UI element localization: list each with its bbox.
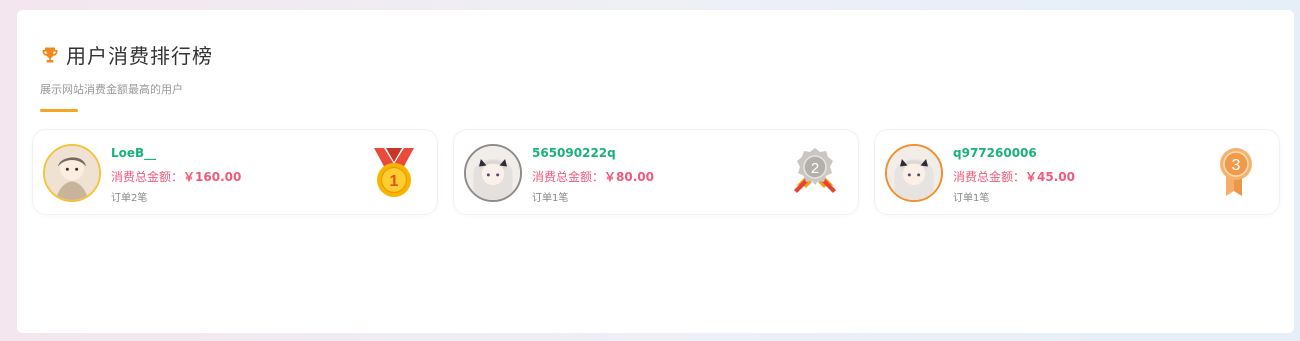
ranking-list: LoeB__ 消费总金额：￥160.00 订单2笔 1 565090222q 消…	[32, 129, 1280, 215]
amount-label: 消费总金额：	[532, 170, 605, 184]
medal-rank-label: 2	[811, 160, 819, 177]
user-avatar-image	[887, 146, 941, 200]
silver-medal-icon: 2	[794, 148, 836, 193]
page-title: 用户消费排行榜	[66, 44, 213, 68]
total-amount: 消费总金额：￥160.00	[111, 168, 241, 185]
title-underline	[40, 109, 78, 112]
order-count: 订单1笔	[532, 193, 569, 204]
rank-card-3[interactable]: q977260006 消费总金额：￥45.00 订单1笔 3	[874, 129, 1280, 215]
user-name[interactable]: LoeB__	[111, 146, 241, 160]
medal-rank-label: 3	[1232, 157, 1241, 174]
amount-value: ￥45.00	[1025, 170, 1075, 184]
rank-card-1[interactable]: LoeB__ 消费总金额：￥160.00 订单2笔 1	[32, 129, 438, 215]
trophy-icon	[42, 47, 58, 62]
user-avatar-image	[466, 146, 520, 200]
total-amount: 消费总金额：￥80.00	[532, 168, 654, 185]
amount-value: ￥160.00	[183, 170, 242, 184]
order-count: 订单2笔	[111, 193, 148, 204]
amount-label: 消费总金额：	[953, 170, 1026, 184]
gold-medal-icon: 1	[374, 148, 414, 197]
user-name[interactable]: 565090222q	[532, 146, 654, 160]
avatar[interactable]	[43, 144, 101, 202]
user-name[interactable]: q977260006	[953, 146, 1075, 160]
amount-value: ￥80.00	[604, 170, 654, 184]
avatar[interactable]	[885, 144, 943, 202]
ranking-header: 用户消费排行榜 展示网站消费金额最高的用户	[40, 40, 213, 112]
avatar[interactable]	[464, 144, 522, 202]
order-count: 订单1笔	[953, 193, 990, 204]
user-avatar-image	[45, 146, 99, 200]
bronze-medal-icon: 3	[1220, 148, 1252, 196]
page-subtitle: 展示网站消费金额最高的用户	[40, 83, 183, 96]
total-amount: 消费总金额：￥45.00	[953, 168, 1075, 185]
medal-rank-label: 1	[390, 173, 399, 190]
amount-label: 消费总金额：	[111, 170, 184, 184]
ranking-panel: 用户消费排行榜 展示网站消费金额最高的用户 LoeB__ 消费总金额：￥160.…	[17, 10, 1294, 333]
rank-card-2[interactable]: 565090222q 消费总金额：￥80.00 订单1笔 2	[453, 129, 859, 215]
